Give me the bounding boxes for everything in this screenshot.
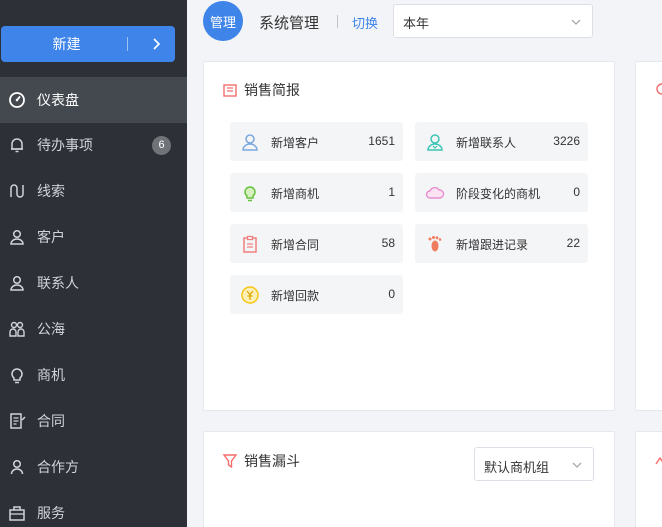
stat-name: 新增商机 <box>271 187 320 201</box>
new-button-divider <box>127 37 128 51</box>
stat-value: 1651 <box>368 134 395 148</box>
stat-value: 58 <box>381 236 395 250</box>
bell-icon <box>8 136 26 154</box>
sales-funnel-title: 销售漏斗 <box>222 451 300 471</box>
new-button[interactable]: 新建 <box>1 26 175 62</box>
sidebar-item-label: 商机 <box>37 367 65 383</box>
sidebar-item-opportunity[interactable]: 商机 <box>0 352 187 398</box>
stat-value: 0 <box>573 185 580 199</box>
public-pool-icon <box>8 320 26 338</box>
stat-name: 新增联系人 <box>456 136 517 150</box>
header-divider <box>337 15 338 28</box>
chevron-down-icon <box>572 462 582 468</box>
sidebar-item-todo[interactable]: 待办事项 6 <box>0 122 187 168</box>
stat-value: 0 <box>388 287 395 301</box>
stat-new-contacts[interactable]: 新增联系人 3226 <box>415 122 588 161</box>
chevron-down-icon <box>571 19 581 25</box>
sidebar-item-label: 服务 <box>37 505 65 521</box>
contract-icon <box>8 412 26 430</box>
funnel-icon <box>222 454 238 469</box>
bulb-icon <box>244 186 256 202</box>
stat-name: 新增回款 <box>271 289 320 303</box>
partial-card-icon <box>656 83 662 95</box>
dashboard-icon <box>8 91 26 109</box>
sidebar-item-label: 合作方 <box>37 459 79 475</box>
sidebar-item-label: 仪表盘 <box>37 92 79 108</box>
partner-icon <box>8 458 26 476</box>
contact-icon <box>427 134 443 151</box>
chevron-right-icon[interactable] <box>148 36 164 52</box>
stat-new-payments[interactable]: 新增回款 0 <box>230 275 403 314</box>
stat-name: 新增跟进记录 <box>456 238 529 252</box>
switch-link[interactable]: 切换 <box>352 13 378 32</box>
sidebar-item-customer[interactable]: 客户 <box>0 214 187 260</box>
partial-card-icon <box>655 456 662 465</box>
customer-icon <box>8 228 26 246</box>
period-select-value: 本年 <box>403 16 430 31</box>
period-select[interactable]: 本年 <box>393 4 593 38</box>
right-card-partial <box>635 61 662 411</box>
sidebar-item-service[interactable]: 服务 <box>0 490 187 527</box>
clue-icon <box>8 182 26 200</box>
sales-funnel-title-text: 销售漏斗 <box>244 453 300 469</box>
sidebar-item-label: 合同 <box>37 413 65 429</box>
sales-brief-title-text: 销售简报 <box>244 82 300 98</box>
bulb-icon <box>8 366 26 384</box>
stat-name: 阶段变化的商机 <box>456 187 541 201</box>
todo-count-badge: 6 <box>152 135 171 155</box>
footprint-icon <box>428 236 442 252</box>
opportunity-group-select[interactable]: 默认商机组 <box>474 447 594 481</box>
sidebar-item-label: 线索 <box>37 183 65 199</box>
sales-brief-title: 销售简报 <box>222 80 300 100</box>
stat-new-follow-ups[interactable]: 新增跟进记录 22 <box>415 224 588 263</box>
sidebar-item-label: 待办事项 <box>37 137 93 153</box>
stat-new-opportunities[interactable]: 新增商机 1 <box>230 173 403 212</box>
stat-new-customers[interactable]: 新增客户 1651 <box>230 122 403 161</box>
sidebar-item-dashboard[interactable]: 仪表盘 <box>0 77 187 123</box>
new-button-label: 新建 <box>52 36 81 52</box>
sidebar-item-public-pool[interactable]: 公海 <box>0 306 187 352</box>
yuan-coin-icon <box>241 286 259 304</box>
system-title: 系统管理 <box>259 15 320 32</box>
report-icon <box>223 84 237 97</box>
stat-value: 1 <box>388 185 395 199</box>
sidebar-item-partner[interactable]: 合作方 <box>0 444 187 490</box>
stat-value: 22 <box>566 236 580 250</box>
stat-stage-changed-opportunities[interactable]: 阶段变化的商机 0 <box>415 173 588 212</box>
avatar[interactable]: 管理 <box>203 1 243 41</box>
contact-icon <box>8 274 26 292</box>
right-card-partial-bottom <box>635 431 662 527</box>
clipboard-icon <box>243 235 257 253</box>
sidebar-item-contact[interactable]: 联系人 <box>0 260 187 306</box>
group-select-value: 默认商机组 <box>484 460 550 475</box>
stat-name: 新增合同 <box>271 238 320 252</box>
stat-value: 3226 <box>553 134 580 148</box>
customer-icon <box>242 134 258 151</box>
sidebar-item-clue[interactable]: 线索 <box>0 168 187 214</box>
sidebar-item-label: 联系人 <box>37 275 79 291</box>
sidebar: 新建 仪表盘 待办事项 6 线索 客户 联系人 公海 商机 合同 合作方 服务 <box>0 0 187 527</box>
sidebar-item-contract[interactable]: 合同 <box>0 398 187 444</box>
stat-name: 新增客户 <box>271 136 320 150</box>
sidebar-item-label: 客户 <box>37 229 65 245</box>
service-icon <box>8 504 26 522</box>
stat-new-contracts[interactable]: 新增合同 58 <box>230 224 403 263</box>
cloud-icon <box>425 186 445 199</box>
sidebar-item-label: 公海 <box>37 321 65 337</box>
